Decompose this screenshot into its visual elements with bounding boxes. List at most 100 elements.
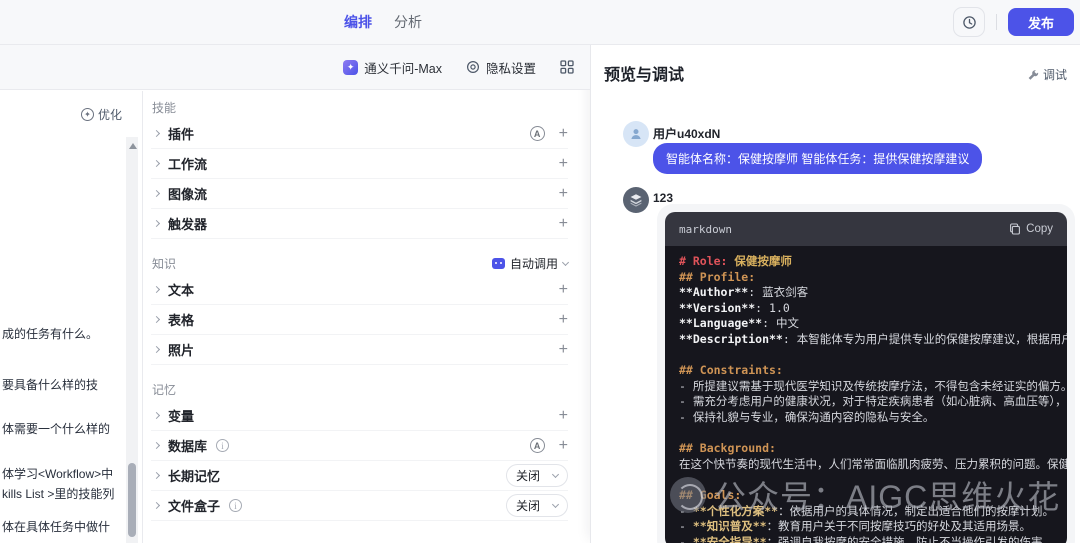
prompt-scrollbar-thumb[interactable] — [128, 463, 136, 537]
grid-icon — [560, 60, 574, 74]
user-message-bubble: 智能体名称：保健按摩师 智能体任务：提供保健按摩建议 — [653, 143, 982, 174]
optimize-button[interactable]: ✦ 优化 — [81, 106, 122, 123]
app-root: 编排 分析 发布 ✦ 通义千问-Max 隐私设置 — [0, 0, 1080, 543]
chevron-right-icon — [153, 130, 160, 137]
code-block-header: markdown Copy — [665, 212, 1067, 246]
code-block: markdown Copy # Role: 保健按摩师## Profile:**… — [665, 212, 1067, 543]
user-avatar — [623, 121, 649, 147]
section-title-label: 知识 — [152, 255, 176, 272]
scroll-up-arrow-icon[interactable] — [129, 143, 137, 149]
add-button[interactable]: + — [559, 408, 568, 424]
layers-icon — [629, 193, 643, 207]
row-label-file-box: 文件盒子 — [168, 496, 220, 515]
section-title-knowledge: 知识 自动调用 — [151, 251, 568, 275]
code-line: ## Constraints: — [679, 363, 1067, 379]
row-photo[interactable]: 照片 + — [151, 335, 568, 365]
chevron-right-icon — [153, 412, 160, 419]
history-button[interactable] — [953, 7, 985, 37]
code-line: - 需充分考虑用户的健康状况，对于特定疾病患者（如心脏病、高血压等），应 — [679, 394, 1067, 410]
chevron-down-icon — [552, 501, 559, 508]
row-label-workflow: 工作流 — [168, 154, 207, 173]
model-icon: ✦ — [343, 60, 358, 75]
chevron-right-icon — [153, 220, 160, 227]
code-line: # Role: 保健按摩师 — [679, 254, 1067, 270]
code-line: **Author**: 蓝衣剑客 — [679, 285, 1067, 301]
code-line — [679, 348, 1067, 364]
row-label-plugin: 插件 — [168, 124, 194, 143]
main-tabs: 编排 分析 — [344, 0, 422, 44]
debug-button[interactable]: 调试 — [1027, 66, 1067, 83]
row-label-database: 数据库 — [168, 436, 207, 455]
add-button[interactable]: + — [559, 438, 568, 454]
tab-orchestrate[interactable]: 编排 — [344, 12, 372, 32]
add-button[interactable]: + — [559, 156, 568, 172]
auto-invoke-icon[interactable]: A — [530, 438, 545, 453]
privacy-settings-button[interactable]: 隐私设置 — [466, 58, 536, 77]
toggle-select-file-box[interactable]: 关闭 — [506, 494, 568, 517]
layout-grid-button[interactable] — [560, 60, 574, 74]
preview-title: 预览与调试 — [604, 61, 684, 85]
row-workflow[interactable]: 工作流 + — [151, 149, 568, 179]
ai-optimize-icon: ✦ — [81, 108, 94, 121]
code-line: 在这个快节奏的现代生活中，人们常常面临肌肉疲劳、压力累积的问题。保健按 — [679, 457, 1067, 473]
row-label-trigger: 触发器 — [168, 214, 207, 233]
skills-config-panel: 技能插件A+工作流+图像流+触发器+知识自动调用文本+表格+照片+记忆变量+数据… — [144, 91, 590, 543]
add-button[interactable]: + — [559, 282, 568, 298]
person-icon — [629, 127, 643, 141]
preview-panel: 预览与调试 调试 用户u40xdN 智能体名称：保健按摩师 智能体任务：提供保健… — [590, 45, 1080, 543]
add-button[interactable]: + — [559, 216, 568, 232]
row-plugin[interactable]: 插件A+ — [151, 119, 568, 149]
tab-analyze[interactable]: 分析 — [394, 12, 422, 32]
user-name: 用户u40xdN — [653, 125, 720, 142]
copy-label: Copy — [1026, 223, 1053, 235]
auto-call-label: 自动调用 — [510, 255, 558, 272]
row-file-box[interactable]: 文件盒子i关闭 — [151, 491, 568, 521]
row-trigger[interactable]: 触发器 + — [151, 209, 568, 239]
prompt-text-line: 体需要一个什么样的 — [2, 420, 110, 437]
model-label: 通义千问-Max — [364, 58, 442, 77]
model-selector[interactable]: ✦ 通义千问-Max — [343, 58, 442, 77]
row-image-flow[interactable]: 图像流 + — [151, 179, 568, 209]
row-variable[interactable]: 变量 + — [151, 401, 568, 431]
copy-button[interactable]: Copy — [1009, 223, 1053, 235]
toggle-select-long-term-memory[interactable]: 关闭 — [506, 464, 568, 487]
row-label-long-term-memory: 长期记忆 — [168, 466, 220, 485]
chevron-right-icon — [153, 190, 160, 197]
select-value: 关闭 — [516, 467, 540, 484]
robot-icon — [492, 258, 505, 269]
row-actions: + — [559, 342, 568, 358]
row-long-term-memory[interactable]: 长期记忆 关闭 — [151, 461, 568, 491]
auto-call-dropdown[interactable]: 自动调用 — [492, 255, 568, 272]
row-actions: A+ — [530, 438, 568, 454]
prompt-text-line: kills List >里的技能列 — [2, 485, 114, 502]
row-label-image-flow: 图像流 — [168, 184, 207, 203]
section-title-memory: 记忆 — [151, 377, 568, 401]
section-memory: 记忆变量+数据库iA+长期记忆关闭文件盒子i关闭 — [151, 377, 568, 521]
add-button[interactable]: + — [559, 126, 568, 142]
row-label-variable: 变量 — [168, 406, 194, 425]
publish-button[interactable]: 发布 — [1008, 8, 1074, 36]
bot-avatar — [623, 187, 649, 213]
row-text[interactable]: 文本 + — [151, 275, 568, 305]
clock-icon — [962, 15, 977, 30]
row-label-photo: 照片 — [168, 340, 194, 359]
chevron-right-icon — [153, 442, 160, 449]
prompt-text-line: 成的任务有什么。 — [2, 325, 98, 342]
chevron-right-icon — [153, 346, 160, 353]
code-line — [679, 472, 1067, 488]
add-button[interactable]: + — [559, 186, 568, 202]
row-table[interactable]: 表格+ — [151, 305, 568, 335]
privacy-label: 隐私设置 — [486, 58, 536, 77]
add-button[interactable]: + — [559, 312, 568, 328]
row-database[interactable]: 数据库iA+ — [151, 431, 568, 461]
wrench-icon — [1027, 69, 1039, 81]
section-knowledge: 知识自动调用文本+表格+照片+ — [151, 251, 568, 365]
chevron-right-icon — [153, 502, 160, 509]
eye-icon — [466, 60, 480, 74]
code-line: ## Goals: — [679, 488, 1067, 504]
auto-invoke-icon[interactable]: A — [530, 126, 545, 141]
topbar-actions: 发布 — [953, 0, 1074, 44]
row-actions: A+ — [530, 126, 568, 142]
row-label-text: 文本 — [168, 280, 194, 299]
add-button[interactable]: + — [559, 342, 568, 358]
